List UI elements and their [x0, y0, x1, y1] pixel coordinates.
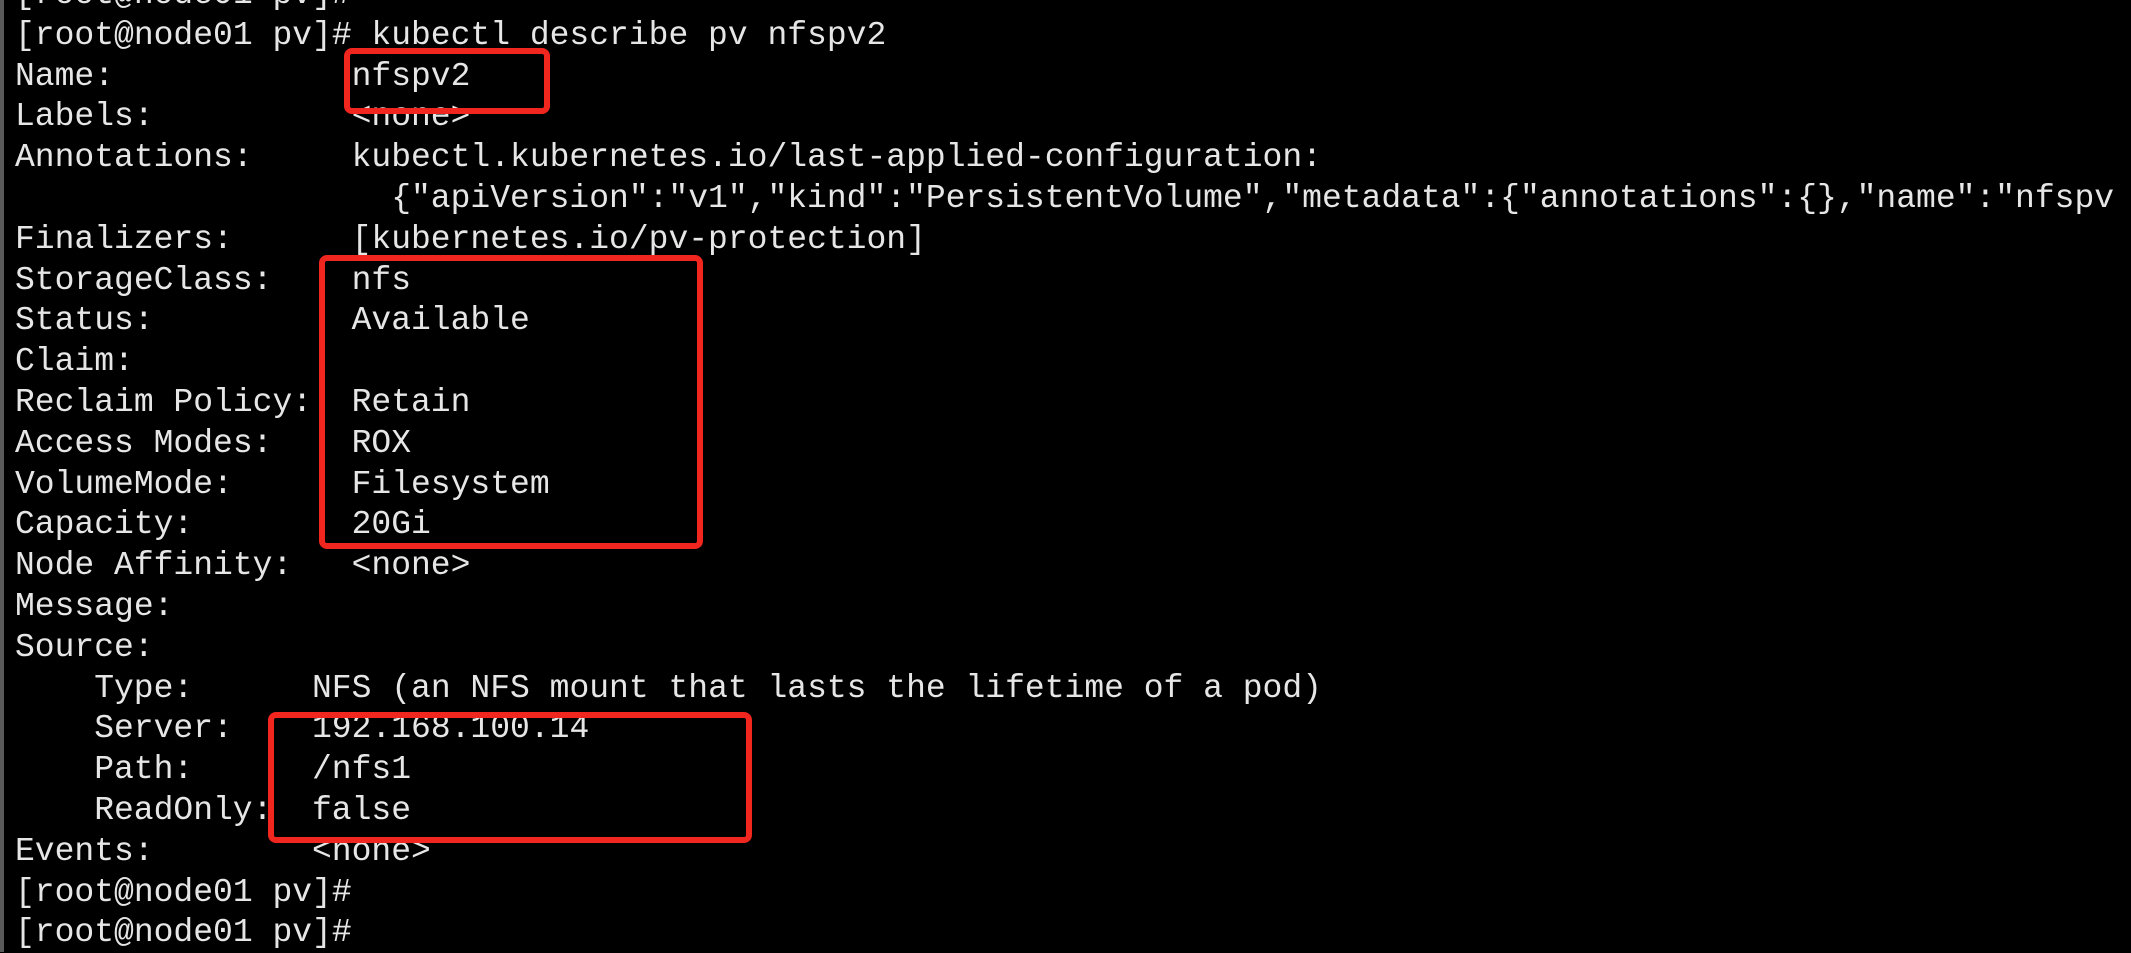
field-label: Name:	[15, 57, 115, 95]
field-label: Capacity:	[15, 506, 194, 544]
field-value: <none>	[351, 547, 471, 585]
highlight-box-name	[344, 48, 550, 114]
highlight-box-source	[268, 712, 752, 843]
field-label: Path:	[94, 751, 194, 789]
prompt: [root@node01 pv]#	[15, 16, 352, 54]
field-value: NFS (an NFS mount that lasts the lifetim…	[312, 669, 1322, 707]
field-label: VolumeMode:	[15, 465, 233, 503]
field-label: Annotations:	[15, 139, 253, 177]
field-label: Labels:	[15, 98, 154, 136]
field-label: StorageClass:	[15, 261, 273, 299]
field-value: kubectl.kubernetes.io/last-applied-confi…	[351, 139, 1322, 177]
prompt: [root@node01 pv]#	[15, 0, 352, 15]
field-label: Finalizers:	[15, 220, 233, 258]
field-label: Source:	[15, 628, 154, 666]
prompt: [root@node01 pv]#	[15, 914, 352, 952]
field-label: Status:	[15, 302, 154, 340]
highlight-box-properties	[319, 255, 703, 549]
field-label: Events:	[15, 832, 154, 870]
field-value: {"apiVersion":"v1","kind":"PersistentVol…	[391, 180, 2115, 217]
prompt: [root@node01 pv]#	[15, 873, 352, 911]
field-label: Node Affinity:	[15, 547, 293, 585]
field-value: [kubernetes.io/pv-protection]	[351, 220, 926, 258]
field-label: ReadOnly:	[94, 792, 273, 829]
field-label: Server:	[94, 710, 233, 748]
field-label: Claim:	[15, 343, 134, 381]
field-label: Message:	[15, 588, 174, 625]
field-label: Reclaim Policy:	[15, 384, 313, 421]
field-label: Access Modes:	[15, 424, 273, 462]
field-label: Type:	[94, 669, 194, 707]
